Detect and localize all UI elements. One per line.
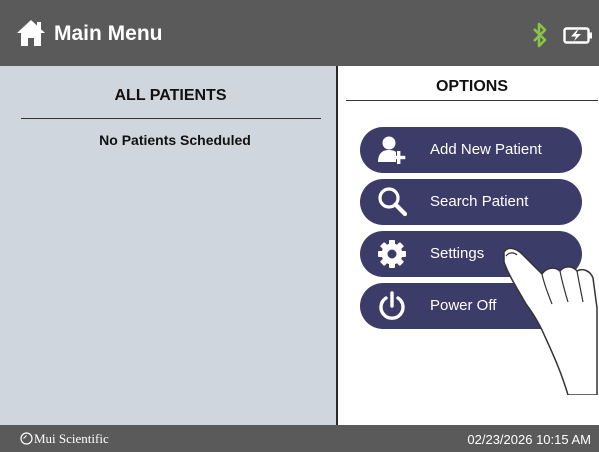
patients-heading: ALL PATIENTS [114, 87, 227, 104]
add-user-icon [378, 136, 406, 164]
top-bar: Main Menu [0, 0, 599, 66]
panel-divider [336, 66, 338, 425]
patients-heading-divider [21, 118, 321, 119]
search-patient-button[interactable]: Search Patient [360, 179, 582, 225]
empty-patients-message: No Patients Scheduled [99, 132, 251, 148]
brand-logo-icon [20, 432, 33, 445]
options-heading-divider [346, 100, 598, 101]
settings-button[interactable]: Settings [360, 231, 582, 277]
page-title: Main Menu [54, 22, 163, 45]
settings-label: Settings [430, 245, 485, 262]
bluetooth-icon [533, 22, 547, 48]
battery-charging-icon [563, 27, 592, 44]
search-patient-label: Search Patient [430, 193, 529, 210]
options-heading: OPTIONS [435, 78, 508, 95]
power-off-label: Power Off [430, 297, 497, 314]
home-icon[interactable] [16, 19, 46, 47]
patients-panel: ALL PATIENTS No Patients Scheduled [0, 66, 336, 425]
power-off-button[interactable]: Power Off [360, 283, 582, 329]
add-new-patient-button[interactable]: Add New Patient [360, 127, 582, 173]
add-new-patient-label: Add New Patient [430, 141, 542, 158]
date-time: 02/23/2026 10:15 AM [467, 432, 591, 447]
brand-name: Mui Scientific [34, 431, 109, 446]
footer-bar: Mui Scientific 02/23/2026 10:15 AM [0, 425, 599, 452]
search-icon [378, 187, 408, 217]
gear-icon [378, 240, 406, 268]
power-icon [379, 291, 405, 320]
